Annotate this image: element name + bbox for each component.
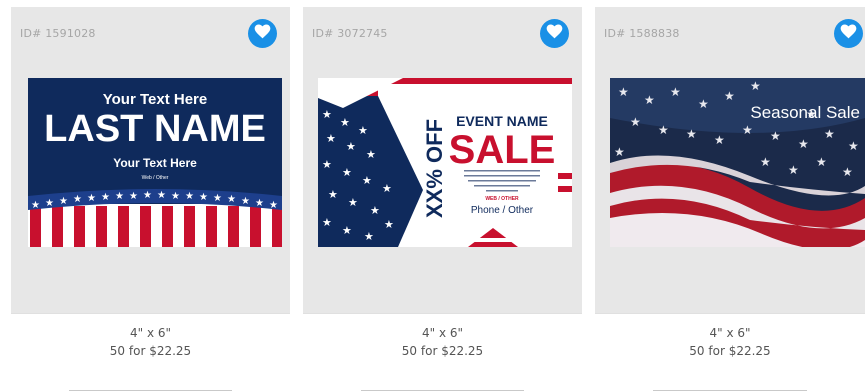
svg-text:★: ★ (798, 137, 809, 151)
heart-icon (840, 24, 857, 43)
svg-text:★: ★ (213, 193, 222, 204)
product-thumbnail[interactable]: ★ ★ ★ ★ ★ ★ ★ ★ ★ ★ ★ ★ ★ ★ ★ ★ ★ XX% OFF EVENT NAME… (318, 78, 572, 247)
svg-text:★: ★ (199, 192, 208, 203)
product-size: 4" x 6" (709, 326, 751, 340)
svg-text:★: ★ (346, 141, 356, 153)
svg-text:★: ★ (45, 198, 54, 209)
svg-text:★: ★ (658, 123, 669, 137)
card-footer: 4" x 6" 50 for $22.25 (11, 313, 290, 391)
design-web: WEB / OTHER (485, 196, 519, 202)
svg-text:★: ★ (742, 123, 753, 137)
svg-text:★: ★ (370, 205, 380, 217)
svg-text:★: ★ (59, 196, 68, 207)
svg-text:★: ★ (630, 115, 641, 129)
svg-text:★: ★ (686, 127, 697, 141)
design-text-1: Your Text Here (103, 91, 207, 108)
svg-text:★: ★ (750, 79, 761, 93)
svg-text:★: ★ (101, 192, 110, 203)
svg-text:★: ★ (255, 198, 264, 209)
product-id: ID# 1591028 (20, 27, 96, 40)
svg-text:★: ★ (269, 200, 278, 211)
svg-text:★: ★ (618, 85, 629, 99)
svg-text:★: ★ (614, 145, 625, 159)
product-id: ID# 1588838 (604, 27, 680, 40)
svg-text:★: ★ (31, 200, 40, 211)
favorite-button[interactable] (248, 19, 277, 48)
svg-text:★: ★ (348, 197, 358, 209)
svg-text:★: ★ (326, 133, 336, 145)
svg-text:★: ★ (143, 190, 152, 201)
product-id: ID# 3072745 (312, 27, 388, 40)
svg-text:★: ★ (384, 219, 394, 231)
heart-icon (546, 24, 563, 43)
flag-stripes (28, 204, 282, 247)
svg-text:★: ★ (842, 165, 853, 179)
product-price: 50 for $22.25 (109, 344, 192, 358)
svg-text:★: ★ (342, 167, 352, 179)
svg-text:★: ★ (342, 225, 352, 237)
favorite-button[interactable] (540, 19, 569, 48)
svg-text:★: ★ (157, 190, 166, 201)
design-text-3: Your Text Here (113, 156, 197, 170)
product-price: 50 for $22.25 (689, 344, 771, 358)
svg-text:★: ★ (714, 133, 725, 147)
svg-text:★: ★ (362, 175, 372, 187)
svg-text:★: ★ (73, 194, 82, 205)
svg-text:★: ★ (724, 89, 735, 103)
product-size: 4" x 6" (421, 326, 464, 340)
card-footer: 4" x 6" 50 for $22.25 (303, 313, 582, 391)
design-event: EVENT NAME (456, 113, 548, 129)
design-discount: XX% OFF (422, 119, 447, 218)
svg-text:★: ★ (322, 217, 332, 229)
svg-text:★: ★ (87, 193, 96, 204)
svg-text:★: ★ (848, 139, 859, 153)
svg-text:★: ★ (358, 125, 368, 137)
svg-text:★: ★ (698, 97, 709, 111)
product-thumbnail[interactable]: ★ ★ ★ ★ ★ ★ ★ ★ ★ ★ ★ ★ ★ ★ ★ ★ ★ ★ ★ ★ ★ Seasonal Sal… (610, 78, 865, 247)
product-card[interactable]: ID# 3072745 ★ ★ ★ ★ ★ ★ ★ ★ ★ ★ ★ ★ ★ ★ ★ ★ ★ (303, 7, 582, 391)
svg-text:★: ★ (670, 85, 681, 99)
svg-text:★: ★ (115, 191, 124, 202)
design-text-2: LAST NAME (44, 108, 266, 150)
svg-text:★: ★ (824, 127, 835, 141)
svg-text:★: ★ (322, 109, 332, 121)
product-price: 50 for $22.25 (401, 344, 484, 358)
favorite-button[interactable] (834, 19, 863, 48)
heart-icon (254, 24, 271, 43)
design-text-4: Web / Other (142, 175, 169, 181)
svg-text:★: ★ (322, 159, 332, 171)
svg-text:★: ★ (185, 191, 194, 202)
svg-text:★: ★ (366, 149, 376, 161)
product-size: 4" x 6" (129, 326, 172, 340)
design-phone: Phone / Other (471, 205, 534, 216)
svg-text:★: ★ (227, 194, 236, 205)
svg-text:★: ★ (241, 196, 250, 207)
design-headline: Seasonal Sale (750, 103, 860, 122)
svg-text:★: ★ (382, 183, 392, 195)
product-thumbnail[interactable]: ★ ★ ★ ★ ★ ★ ★ ★ ★ ★ ★ ★ ★ ★ ★ ★ ★ ★ Your Text Here L… (28, 78, 282, 247)
product-card[interactable]: ID# 1591028 ★ ★ ★ ★ ★ ★ ★ ★ ★ ★ ★ ★ ★ ★ … (11, 7, 290, 391)
svg-text:★: ★ (770, 129, 781, 143)
design-sale: SALE (449, 128, 556, 172)
product-card[interactable]: ID# 1588838 ★ ★ ★ ★ ★ ★ ★ ★ ★ ★ ★ ★ ★ ★ ★ ★ ★ ★ ★ ★ ★ … (595, 7, 865, 391)
svg-text:★: ★ (760, 155, 771, 169)
svg-text:★: ★ (788, 163, 799, 177)
svg-text:★: ★ (129, 191, 138, 202)
svg-text:★: ★ (171, 191, 180, 202)
svg-text:★: ★ (364, 231, 374, 243)
svg-text:★: ★ (644, 93, 655, 107)
svg-text:★: ★ (328, 189, 338, 201)
svg-text:★: ★ (340, 117, 350, 129)
card-footer: 4" x 6" 50 for $22.25 (595, 313, 865, 391)
svg-text:★: ★ (816, 155, 827, 169)
